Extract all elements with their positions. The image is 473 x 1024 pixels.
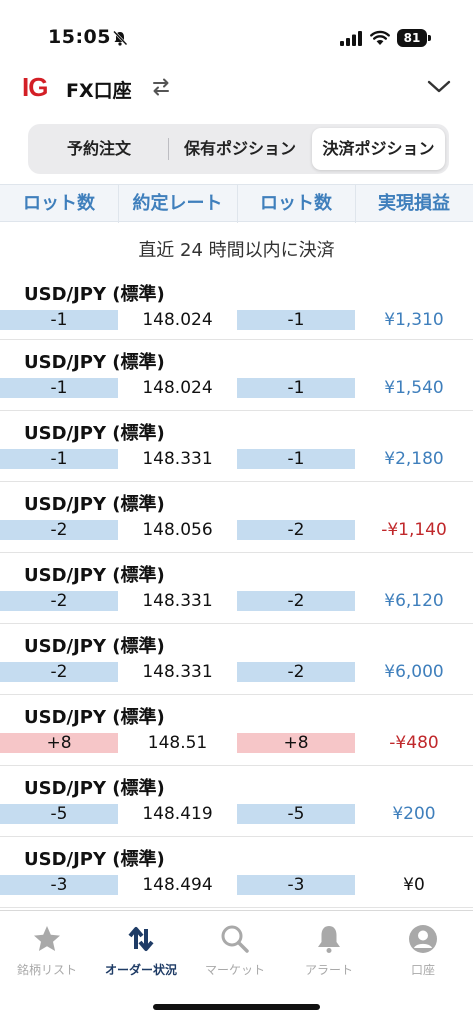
- currency-pair: USD/JPY (標準): [24, 494, 165, 515]
- position-row[interactable]: USD/JPY (標準) -3 148.494 -3 ¥0: [0, 837, 473, 908]
- order-arrows-icon: [128, 927, 154, 951]
- execution-rate: 148.331: [142, 591, 213, 611]
- column-header-close-lots: ロット数: [260, 193, 332, 214]
- tab-market[interactable]: マーケット: [188, 923, 282, 978]
- star-icon: [34, 926, 60, 951]
- execution-rate: 148.331: [142, 449, 213, 469]
- column-header-open-lots: ロット数: [23, 193, 95, 214]
- execution-rate: 148.331: [142, 662, 213, 682]
- chevron-down-icon[interactable]: [426, 76, 452, 96]
- tab-closed-positions[interactable]: 決済ポジション: [312, 128, 445, 170]
- bell-off-icon: [113, 30, 128, 46]
- open-lots: -5: [0, 804, 118, 824]
- close-lots: -2: [237, 520, 355, 540]
- position-row[interactable]: USD/JPY (標準) -2 148.331 -2 ¥6,000: [0, 624, 473, 695]
- currency-pair: USD/JPY (標準): [24, 778, 165, 799]
- home-indicator[interactable]: [153, 1004, 320, 1010]
- realized-pnl: ¥2,180: [384, 449, 444, 469]
- position-row[interactable]: USD/JPY (標準) -2 148.331 -2 ¥6,120: [0, 553, 473, 624]
- realized-pnl: ¥1,540: [384, 378, 444, 398]
- currency-pair: USD/JPY (標準): [24, 352, 165, 373]
- close-lots: -1: [237, 449, 355, 469]
- position-row[interactable]: USD/JPY (標準) -1 148.024 -1 ¥1,310: [0, 272, 473, 340]
- execution-rate: 148.51: [147, 733, 208, 753]
- close-lots: +8: [237, 733, 355, 753]
- closed-positions-list: USD/JPY (標準) -1 148.024 -1 ¥1,310 USD/JP…: [0, 272, 473, 910]
- column-header-row: ロット数 約定レート ロット数 実現損益: [0, 184, 473, 223]
- currency-pair: USD/JPY (標準): [24, 849, 165, 870]
- wifi-icon: [370, 30, 390, 45]
- execution-rate: 148.494: [142, 875, 213, 895]
- open-lots: -2: [0, 591, 118, 611]
- cellular-signal-icon: [340, 31, 362, 46]
- account-title[interactable]: FX口座: [66, 76, 132, 103]
- battery-level: 81: [397, 29, 427, 47]
- realized-pnl: -¥480: [389, 733, 439, 753]
- execution-rate: 148.024: [142, 378, 213, 398]
- column-header-realized-pnl: 実現損益: [378, 193, 450, 214]
- ig-logo: IG: [22, 72, 48, 102]
- close-lots: -3: [237, 875, 355, 895]
- swap-account-icon[interactable]: [150, 76, 172, 98]
- close-lots: -1: [237, 310, 355, 330]
- open-lots: +8: [0, 733, 118, 753]
- execution-rate: 148.024: [142, 310, 213, 330]
- realized-pnl: -¥1,140: [381, 520, 447, 540]
- tab-label: マーケット: [204, 963, 265, 977]
- realized-pnl: ¥1,310: [384, 310, 444, 330]
- position-row[interactable]: USD/JPY (標準) -5 148.419 -5 ¥200: [0, 766, 473, 837]
- position-row[interactable]: USD/JPY (標準) -1 148.331 -1 ¥2,180: [0, 411, 473, 482]
- position-row[interactable]: USD/JPY (標準) -2 148.056 -2 -¥1,140: [0, 482, 473, 553]
- close-lots: -1: [237, 378, 355, 398]
- open-lots: -1: [0, 449, 118, 469]
- battery-icon: 81: [397, 29, 431, 47]
- execution-rate: 148.056: [142, 520, 213, 540]
- realized-pnl: ¥0: [403, 875, 425, 895]
- tab-label: 口座: [410, 963, 435, 977]
- currency-pair: USD/JPY (標準): [24, 707, 165, 728]
- close-lots: -2: [237, 662, 355, 682]
- close-lots: -2: [237, 591, 355, 611]
- currency-pair: USD/JPY (標準): [24, 423, 165, 444]
- status-bar: 15:05 81: [0, 0, 473, 60]
- tab-label: オーダー状況: [104, 963, 177, 977]
- open-lots: -2: [0, 520, 118, 540]
- tab-watchlist[interactable]: 銘柄リスト: [0, 923, 94, 978]
- open-lots: -1: [0, 310, 118, 330]
- execution-rate: 148.419: [142, 804, 213, 824]
- position-row[interactable]: USD/JPY (標準) +8 148.51 +8 -¥480: [0, 695, 473, 766]
- currency-pair: USD/JPY (標準): [24, 284, 165, 305]
- realized-pnl: ¥200: [392, 804, 436, 824]
- open-lots: -1: [0, 378, 118, 398]
- tab-label: アラート: [304, 963, 353, 977]
- tab-order-status[interactable]: オーダー状況: [94, 923, 188, 978]
- realized-pnl: ¥6,000: [384, 662, 444, 682]
- column-header-rate: 約定レート: [132, 193, 223, 214]
- currency-pair: USD/JPY (標準): [24, 636, 165, 657]
- open-lots: -2: [0, 662, 118, 682]
- close-lots: -5: [237, 804, 355, 824]
- tab-reserved-orders[interactable]: 予約注文: [32, 128, 166, 170]
- tab-account[interactable]: 口座: [376, 923, 470, 978]
- status-time: 15:05: [48, 26, 111, 48]
- segment-divider: [168, 138, 169, 160]
- section-title: 直近 24 時間以内に決済: [138, 240, 335, 261]
- tab-open-positions[interactable]: 保有ポジション: [170, 128, 310, 170]
- account-icon: [409, 925, 437, 953]
- tab-label: 銘柄リスト: [16, 963, 77, 977]
- bell-icon: [318, 926, 340, 953]
- realized-pnl: ¥6,120: [384, 591, 444, 611]
- order-segmented-control: 予約注文 保有ポジション 決済ポジション: [28, 124, 449, 174]
- search-icon: [221, 925, 249, 953]
- tab-alerts[interactable]: アラート: [282, 923, 376, 978]
- currency-pair: USD/JPY (標準): [24, 565, 165, 586]
- open-lots: -3: [0, 875, 118, 895]
- app-header: IG FX口座: [0, 64, 473, 110]
- position-row[interactable]: USD/JPY (標準) -1 148.024 -1 ¥1,540: [0, 340, 473, 411]
